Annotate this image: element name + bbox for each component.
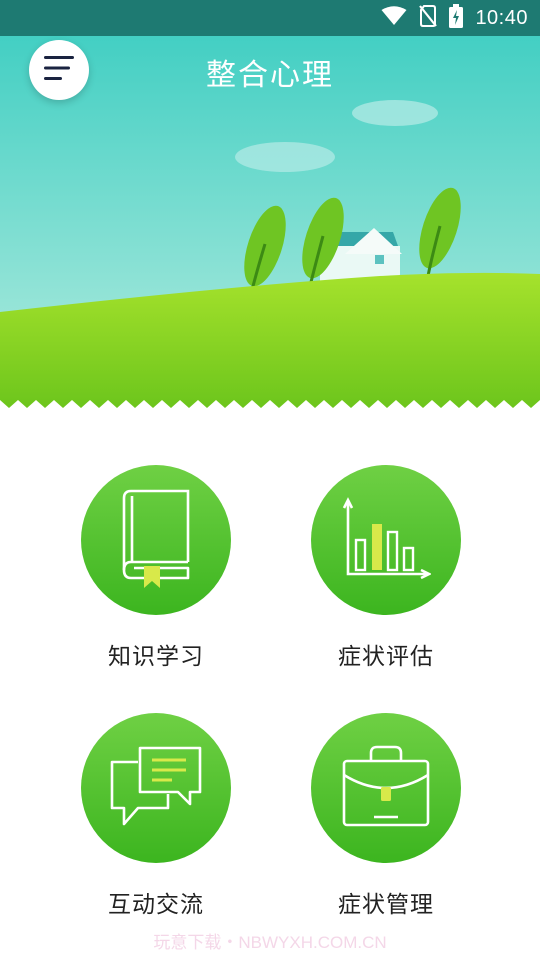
no-sim-icon [419,5,438,31]
book-icon [116,488,196,592]
symptom-assessment-button[interactable]: 症状评估 [271,465,501,671]
interaction-circle [81,713,231,863]
knowledge-learning-button[interactable]: 知识学习 [41,465,271,671]
symptom-management-circle [311,713,461,863]
status-icons: 10:40 [381,0,528,36]
app-title: 整合心理 [206,58,334,93]
bar-chart-icon [341,496,432,584]
wifi-icon [381,6,407,30]
interaction-button[interactable]: 互动交流 [41,713,271,919]
briefcase-icon [341,743,431,833]
interaction-label: 互动交流 [108,892,204,918]
symptom-assessment-circle [311,465,461,615]
knowledge-learning-circle [81,465,231,615]
knowledge-learning-label: 知识学习 [108,644,204,670]
watermark: 玩意下载・NBWYXH.COM.CN [153,933,387,952]
symptom-management-button[interactable]: 症状管理 [271,713,501,919]
chat-bubbles-icon [108,744,204,832]
symptom-assessment-label: 症状评估 [338,644,434,670]
status-bar: 10:40 [0,0,540,36]
clock: 10:40 [475,6,528,29]
battery-charging-icon [449,4,464,32]
symptom-management-label: 症状管理 [338,892,434,918]
